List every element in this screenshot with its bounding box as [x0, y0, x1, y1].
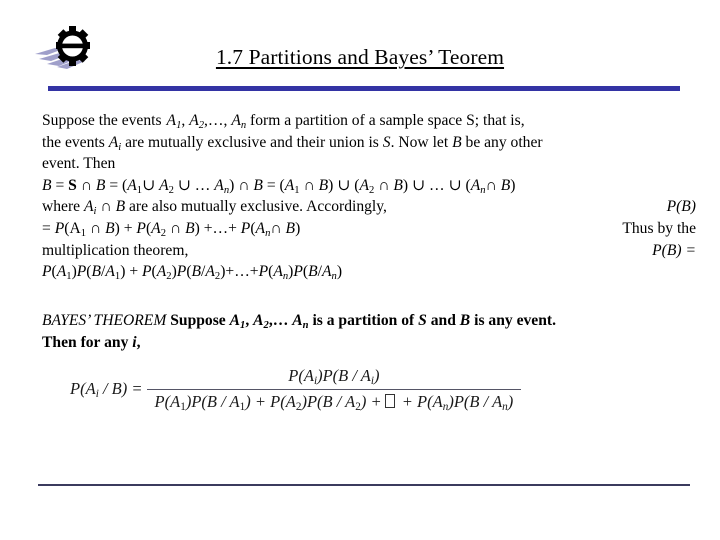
body-line-1: Suppose the events A1, A2,…, An form a pa… [42, 110, 700, 132]
math-var: A [231, 112, 241, 129]
body-text: . Now let [390, 133, 449, 151]
body-line-2: the events Ai are mutually exclusive and… [42, 132, 700, 154]
body-line-8: P(A1)P(B/A1) + P(A2)P(B/A2)+…+P(An)P(B/A… [42, 263, 343, 283]
body-text: ,…, [204, 112, 228, 129]
accent-rule-bottom [38, 484, 690, 486]
missing-glyph-box [384, 393, 395, 408]
bayes-text: is a partition of [312, 312, 415, 329]
math-var: A [292, 312, 303, 329]
math-var: B [459, 312, 471, 329]
body-line-7: multiplication theorem, P(B) = [42, 240, 700, 262]
bayes-theorem-label: BAYES’ THEOREM [42, 312, 167, 329]
page-title-text: 1.7 Partitions and Bayes’ Teorem [215, 45, 505, 69]
formula-denominator: P(A1)P(B / A1) + P(A2)P(B / A2) + + P(An… [146, 388, 522, 412]
body-line-6-right: Thus by the [622, 219, 696, 237]
body-text: are mutually exclusive and their union i… [125, 133, 379, 151]
bayes-text: is any event. [474, 312, 556, 329]
body-line-7-right: P(B) = [652, 241, 696, 259]
body-line-5: where Ai ∩ B are also mutually exclusive… [42, 196, 700, 218]
math-var: B [452, 133, 462, 151]
math-var: A [229, 312, 241, 329]
math-subscript: n [302, 319, 309, 331]
math-var: A [166, 112, 177, 129]
bayes-formula: P(Ai / B) = P(Ai)P(B / Ai) P(A1)P(B / A1… [70, 366, 670, 412]
body-equation-line: B = S ∩ B = (A1∪ A2 ∪ … An) ∩ B = (A1 ∩ … [42, 176, 516, 196]
formula-fraction: P(Ai)P(B / Ai) P(A1)P(B / A1) + P(A2)P(B… [146, 366, 522, 412]
body-line-6: = P(A1 ∩ B) + P(A2 ∩ B) +…+ P(An∩ B) Thu… [42, 218, 700, 240]
slide-body: Suppose the events A1, A2,…, An form a pa… [42, 110, 700, 283]
math-subscript: 1 [240, 319, 246, 331]
body-text: be any other [465, 133, 543, 151]
body-line-5-left: where Ai ∩ B are also mutually exclusive… [42, 198, 387, 218]
body-text: , [181, 112, 186, 129]
formula-lhs: P(Ai / B) = [70, 379, 143, 401]
math-var: A [189, 112, 199, 129]
body-line-7-left: multiplication theorem, [42, 241, 189, 259]
formula-numerator: P(Ai)P(B / Ai) [288, 366, 380, 388]
bayes-text: Suppose [170, 312, 226, 329]
body-line-6-left: = P(A1 ∩ B) + P(A2 ∩ B) +…+ P(An∩ B) [42, 219, 301, 239]
bayes-theorem-paragraph: BAYES’ THEOREM Suppose A1, A2,… An is a … [42, 312, 556, 351]
math-var: A [253, 312, 264, 329]
accent-rule-top [48, 86, 680, 91]
body-text: the events [42, 133, 105, 151]
math-var: S [418, 312, 427, 329]
math-var: A [108, 133, 119, 151]
math-subscript: n [240, 119, 247, 131]
body-text: , [136, 333, 141, 351]
body-text: ,… [268, 312, 289, 329]
body-line-3: event. Then [42, 155, 116, 173]
body-text: form a partition of a sample space S; th… [250, 112, 525, 129]
bayes-text: and [430, 312, 456, 329]
page-title: 1.7 Partitions and Bayes’ Teorem [0, 45, 720, 70]
bayes-text: Then for any [42, 333, 129, 351]
math-subscript: i [118, 141, 122, 153]
math-var: S [382, 133, 391, 151]
body-text: Suppose the events [42, 112, 162, 129]
body-line-5-right: P(B) [666, 198, 696, 216]
